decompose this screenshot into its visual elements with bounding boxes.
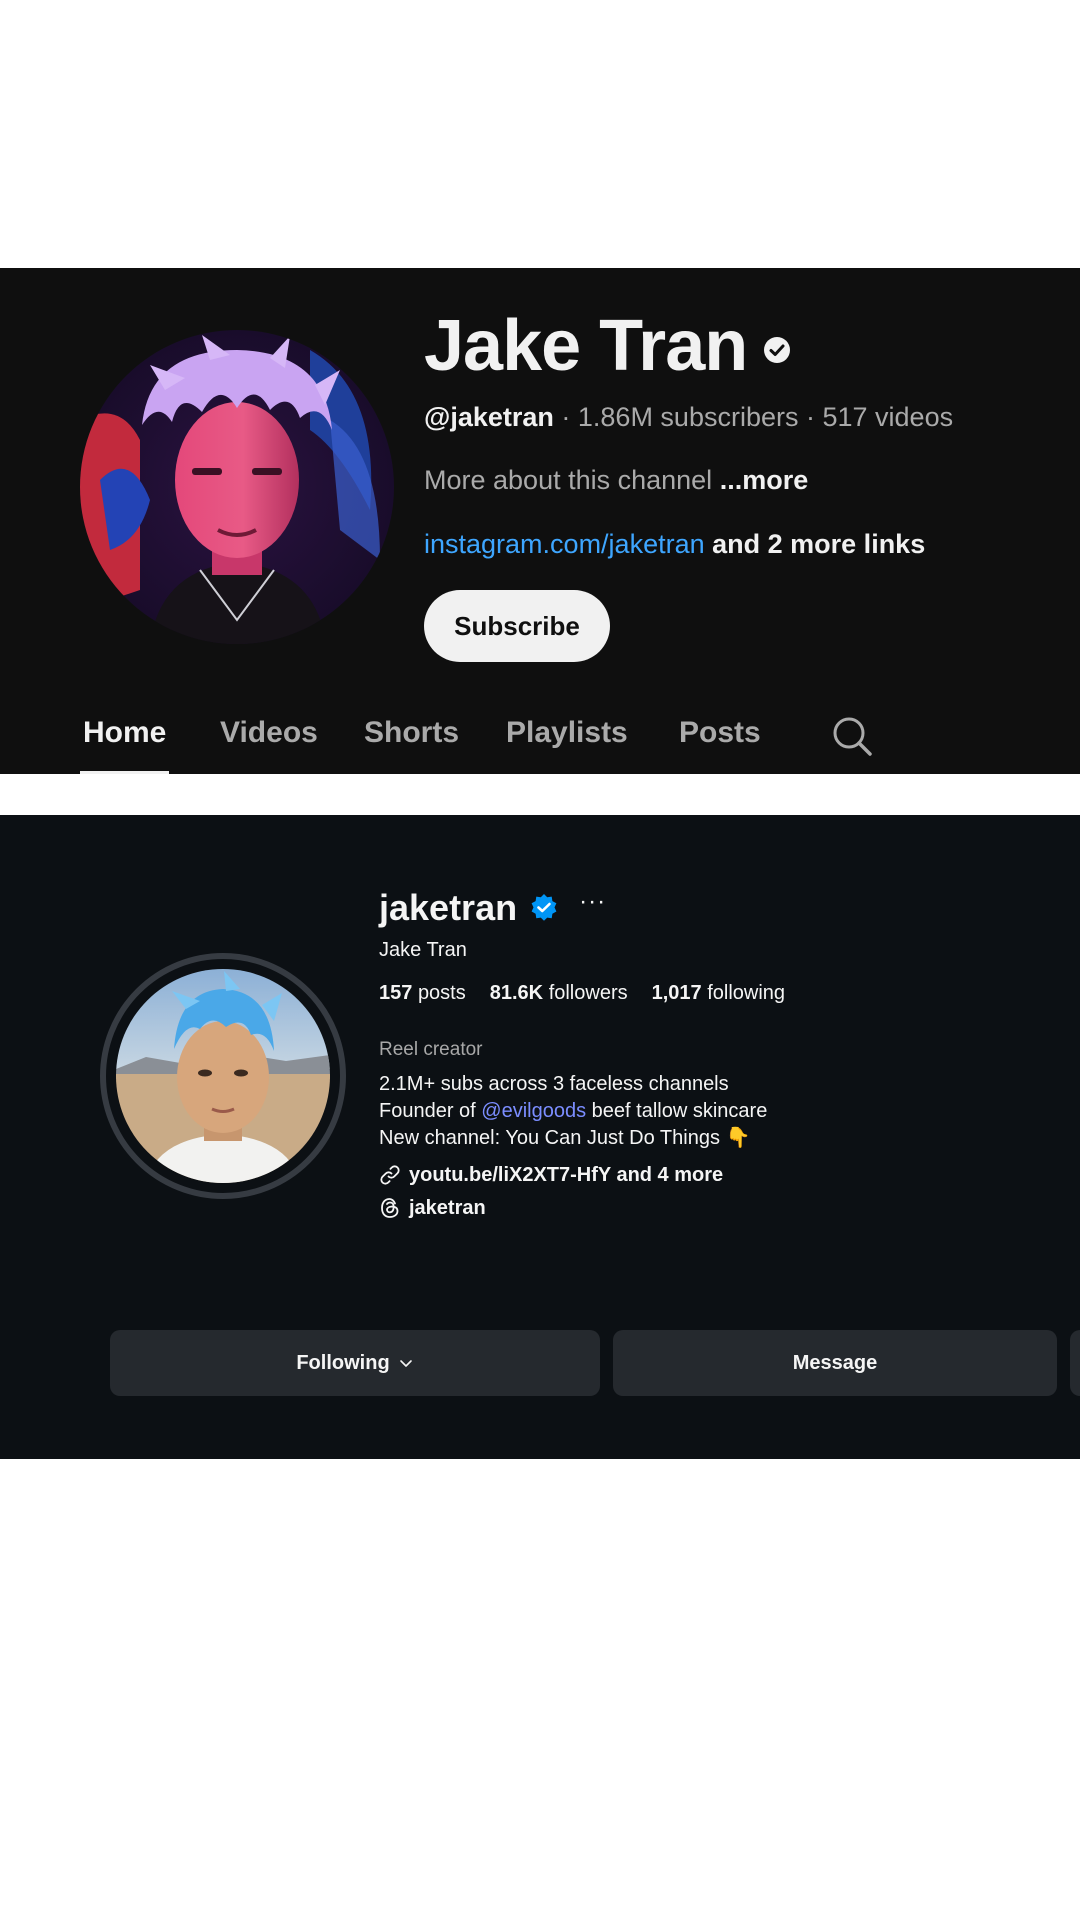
profile-category: Reel creator	[379, 1039, 483, 1060]
bio-line-2: Founder of @evilgoods beef tallow skinca…	[379, 1098, 1059, 1125]
more-options-icon[interactable]: ···	[579, 888, 606, 916]
profile-stats: 157 posts 81.6K followers 1,017 followin…	[379, 982, 1059, 1005]
tab-shorts[interactable]: Shorts	[364, 706, 459, 774]
youtube-channel-header: Jake Tran @jaketran · 1.86M subscribers …	[0, 268, 1080, 774]
bio-line-1: 2.1M+ subs across 3 faceless channels	[379, 1073, 729, 1095]
evilgoods-mention-link[interactable]: @evilgoods	[481, 1100, 586, 1122]
profile-link-row[interactable]: youtu.be/liX2XT7-HfY and 4 more	[379, 1162, 1059, 1188]
more-links-button[interactable]: and 2 more links	[712, 529, 925, 559]
youtube-channel-avatar[interactable]	[80, 330, 394, 644]
followers-count: 81.6K	[489, 982, 544, 1004]
about-more-button[interactable]: ...more	[720, 465, 809, 495]
following-stat[interactable]: 1,017 following	[652, 982, 785, 1005]
instagram-full-name: Jake Tran	[379, 939, 467, 961]
chevron-down-icon	[398, 1355, 414, 1371]
followers-label: followers	[548, 982, 628, 1004]
posts-label: posts	[417, 982, 466, 1004]
tab-videos[interactable]: Videos	[220, 706, 318, 774]
subscribe-button[interactable]: Subscribe	[424, 590, 610, 662]
threads-icon	[379, 1197, 401, 1219]
meta-separator: ·	[553, 402, 578, 432]
following-count: 1,017	[651, 982, 702, 1004]
tab-home[interactable]: Home	[79, 706, 170, 774]
following-button[interactable]: Following	[110, 1330, 600, 1396]
channel-name: Jake Tran	[424, 306, 748, 386]
instagram-avatar-ring[interactable]	[100, 953, 346, 1199]
following-button-label: Following	[296, 1351, 390, 1374]
tab-playlists[interactable]: Playlists	[506, 706, 628, 774]
channel-meta: @jaketran · 1.86M subscribers · 517 vide…	[424, 402, 1044, 433]
posts-count: 157	[379, 982, 413, 1004]
meta-separator: ·	[798, 402, 823, 432]
profile-link-text: youtu.be/liX2XT7-HfY and 4 more	[409, 1163, 724, 1186]
channel-about[interactable]: More about this channel ...more	[424, 465, 1044, 496]
verified-badge-icon	[529, 893, 559, 923]
instagram-link[interactable]: instagram.com/jaketran	[424, 529, 705, 559]
link-icon	[379, 1164, 401, 1186]
instagram-username: jaketran	[379, 887, 518, 928]
username-row: jaketran ···	[379, 883, 1059, 933]
suggested-accounts-button[interactable]	[1070, 1330, 1080, 1396]
bio-line-2-prefix: Founder of	[379, 1100, 476, 1122]
threads-link-row[interactable]: jaketran	[379, 1195, 1059, 1221]
message-button[interactable]: Message	[613, 1330, 1057, 1396]
bio-line-2-suffix: beef tallow skincare	[591, 1100, 768, 1122]
following-stat-label: following	[707, 982, 786, 1004]
youtube-channel-info: Jake Tran @jaketran · 1.86M subscribers …	[424, 306, 1044, 560]
channel-tabs: Home Videos Shorts Playlists Posts	[0, 706, 1080, 774]
followers-stat[interactable]: 81.6K followers	[490, 982, 628, 1005]
channel-name-row: Jake Tran	[424, 306, 1044, 386]
search-icon[interactable]	[830, 714, 874, 758]
verified-check-icon	[763, 336, 791, 364]
profile-bio: 2.1M+ subs across 3 faceless channels Fo…	[379, 1071, 1059, 1152]
instagram-profile-header: jaketran ··· Jake Tran 157 posts 81.6K f…	[0, 815, 1080, 1459]
channel-links: instagram.com/jaketran and 2 more links	[424, 529, 1044, 560]
video-count: 517 videos	[822, 402, 954, 432]
instagram-profile-info: jaketran ··· Jake Tran 157 posts 81.6K f…	[379, 883, 1059, 1221]
avatar-image	[80, 330, 394, 644]
tab-posts[interactable]: Posts	[679, 706, 761, 774]
about-text: More about this channel	[424, 465, 713, 495]
posts-stat: 157 posts	[379, 982, 466, 1005]
threads-handle: jaketran	[409, 1196, 486, 1219]
channel-handle: @jaketran	[424, 402, 554, 432]
bio-line-3: New channel: You Can Just Do Things 👇	[379, 1127, 751, 1149]
avatar-image	[116, 969, 330, 1183]
subscriber-count: 1.86M subscribers	[577, 402, 799, 432]
instagram-avatar	[116, 969, 330, 1183]
